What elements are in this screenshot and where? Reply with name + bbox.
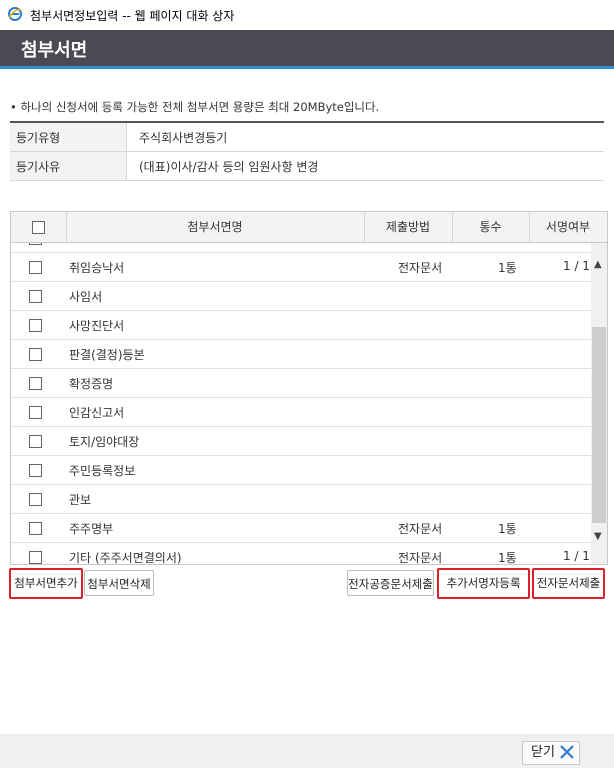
attachment-name: 인감신고서 bbox=[69, 406, 125, 420]
sign-status: 1 / 1 bbox=[563, 259, 590, 273]
row-checkbox[interactable] bbox=[29, 243, 42, 245]
table-row[interactable]: 판결(결정)등본 bbox=[11, 339, 591, 369]
row-checkbox[interactable] bbox=[29, 377, 42, 390]
row-checkbox[interactable] bbox=[29, 435, 42, 448]
row-checkbox[interactable] bbox=[29, 551, 42, 564]
row-checkbox[interactable] bbox=[29, 261, 42, 274]
column-count-header: 통수 bbox=[452, 212, 530, 242]
attachment-name: 사임서 bbox=[69, 290, 103, 304]
table-row[interactable]: 관보 bbox=[11, 484, 591, 514]
select-all-checkbox[interactable] bbox=[32, 221, 45, 234]
row-checkbox[interactable] bbox=[29, 348, 42, 361]
table-row[interactable]: 주민등록정보 bbox=[11, 455, 591, 485]
attachment-name: 주민등록정보 bbox=[69, 464, 136, 478]
close-icon bbox=[560, 745, 574, 759]
add-attachment-button[interactable]: 첨부서면추가 bbox=[9, 568, 83, 599]
window-title: 첨부서면정보입력 -- 웹 페이지 대화 상자 bbox=[30, 9, 235, 23]
column-method-header: 제출방법 bbox=[364, 212, 453, 242]
row-checkbox[interactable] bbox=[29, 493, 42, 506]
column-sign-header: 서명여부 bbox=[545, 220, 591, 234]
table-row[interactable]: 확정증명 bbox=[11, 368, 591, 398]
close-button[interactable]: 닫기 bbox=[522, 741, 580, 765]
attachment-name: 토지/임야대장 bbox=[69, 435, 140, 449]
close-label: 닫기 bbox=[531, 745, 555, 760]
scrollbar-thumb[interactable] bbox=[592, 327, 606, 523]
copy-count: 1통 bbox=[498, 551, 517, 564]
row-checkbox[interactable] bbox=[29, 522, 42, 535]
ie-icon bbox=[8, 7, 22, 21]
info-row-reason: 등기사유 (대표)이사/감사 등의 임원사항 변경 bbox=[10, 151, 604, 181]
submit-method: 전자문서 bbox=[398, 522, 443, 536]
delete-attachment-button[interactable]: 첨부서면삭제 bbox=[84, 570, 154, 596]
attachment-name: 확정증명 bbox=[69, 377, 114, 391]
attachment-name: 주주명부 bbox=[69, 522, 114, 536]
row-checkbox[interactable] bbox=[29, 406, 42, 419]
grid-header: 첨부서면명 제출방법 통수 서명여부 bbox=[11, 212, 607, 243]
submit-document-button[interactable]: 전자문서제출 bbox=[532, 568, 605, 599]
column-name-header: 첨부서면명 bbox=[66, 212, 365, 242]
row-checkbox[interactable] bbox=[29, 319, 42, 332]
table-row[interactable]: 취임승낙서 전자문서 1통 1 / 1 bbox=[11, 252, 591, 282]
dialog-footer: 닫기 bbox=[0, 734, 614, 768]
scroll-up-icon[interactable]: ▲ bbox=[594, 259, 602, 270]
page-title: 첨부서면 bbox=[21, 40, 88, 61]
copy-count: 1통 bbox=[498, 522, 517, 536]
attachment-grid: 첨부서면명 제출방법 통수 서명여부 취임승낙서 전자문서 1통 1 / 1 사… bbox=[10, 211, 608, 565]
attachment-name: 사망진단서 bbox=[69, 319, 125, 333]
table-row[interactable]: 기타 (주주서면결의서) 전자문서 1통 1 / 1 bbox=[11, 542, 591, 564]
attachment-name: 판결(결정)등본 bbox=[69, 348, 145, 362]
window-titlebar: 첨부서면정보입력 -- 웹 페이지 대화 상자 bbox=[0, 0, 614, 30]
page-header: 첨부서면 bbox=[0, 30, 614, 69]
type-value: 주식회사변경등기 bbox=[126, 122, 604, 152]
grid-body: 취임승낙서 전자문서 1통 1 / 1 사임서 사망진단서 판결(결정)등본 확… bbox=[11, 243, 591, 564]
select-all-cell bbox=[11, 212, 67, 242]
row-checkbox[interactable] bbox=[29, 464, 42, 477]
attachment-name: 기타 (주주서면결의서) bbox=[69, 551, 182, 564]
add-signer-button[interactable]: 추가서명자등록 bbox=[437, 568, 530, 599]
table-row[interactable]: 주주명부 전자문서 1통 bbox=[11, 513, 591, 543]
table-row[interactable]: 토지/임야대장 bbox=[11, 426, 591, 456]
reason-value: (대표)이사/감사 등의 임원사항 변경 bbox=[126, 151, 604, 181]
submit-method: 전자문서 bbox=[398, 261, 443, 275]
submit-method: 전자문서 bbox=[398, 551, 443, 564]
row-checkbox[interactable] bbox=[29, 290, 42, 303]
table-row[interactable]: 사망진단서 bbox=[11, 310, 591, 340]
grid-scrollbar[interactable]: ▲ ▼ bbox=[591, 243, 607, 564]
table-row[interactable]: 사임서 bbox=[11, 281, 591, 311]
scroll-down-icon[interactable]: ▼ bbox=[594, 531, 602, 542]
type-label: 등기유형 bbox=[10, 122, 127, 152]
info-row-type: 등기유형 주식회사변경등기 bbox=[10, 122, 604, 152]
capacity-notice: • 하나의 신청서에 등록 가능한 전체 첨부서면 용량은 최대 20MByte… bbox=[10, 100, 380, 114]
attachment-name: 관보 bbox=[69, 493, 92, 507]
notary-submit-button[interactable]: 전자공증문서제출 bbox=[347, 570, 434, 596]
registration-info-table: 등기유형 주식회사변경등기 등기사유 (대표)이사/감사 등의 임원사항 변경 bbox=[10, 121, 604, 181]
sign-status: 1 / 1 bbox=[563, 549, 590, 563]
reason-label: 등기사유 bbox=[10, 151, 127, 181]
attachment-name: 취임승낙서 bbox=[69, 261, 125, 275]
table-row[interactable]: 인감신고서 bbox=[11, 397, 591, 427]
copy-count: 1통 bbox=[498, 261, 517, 275]
